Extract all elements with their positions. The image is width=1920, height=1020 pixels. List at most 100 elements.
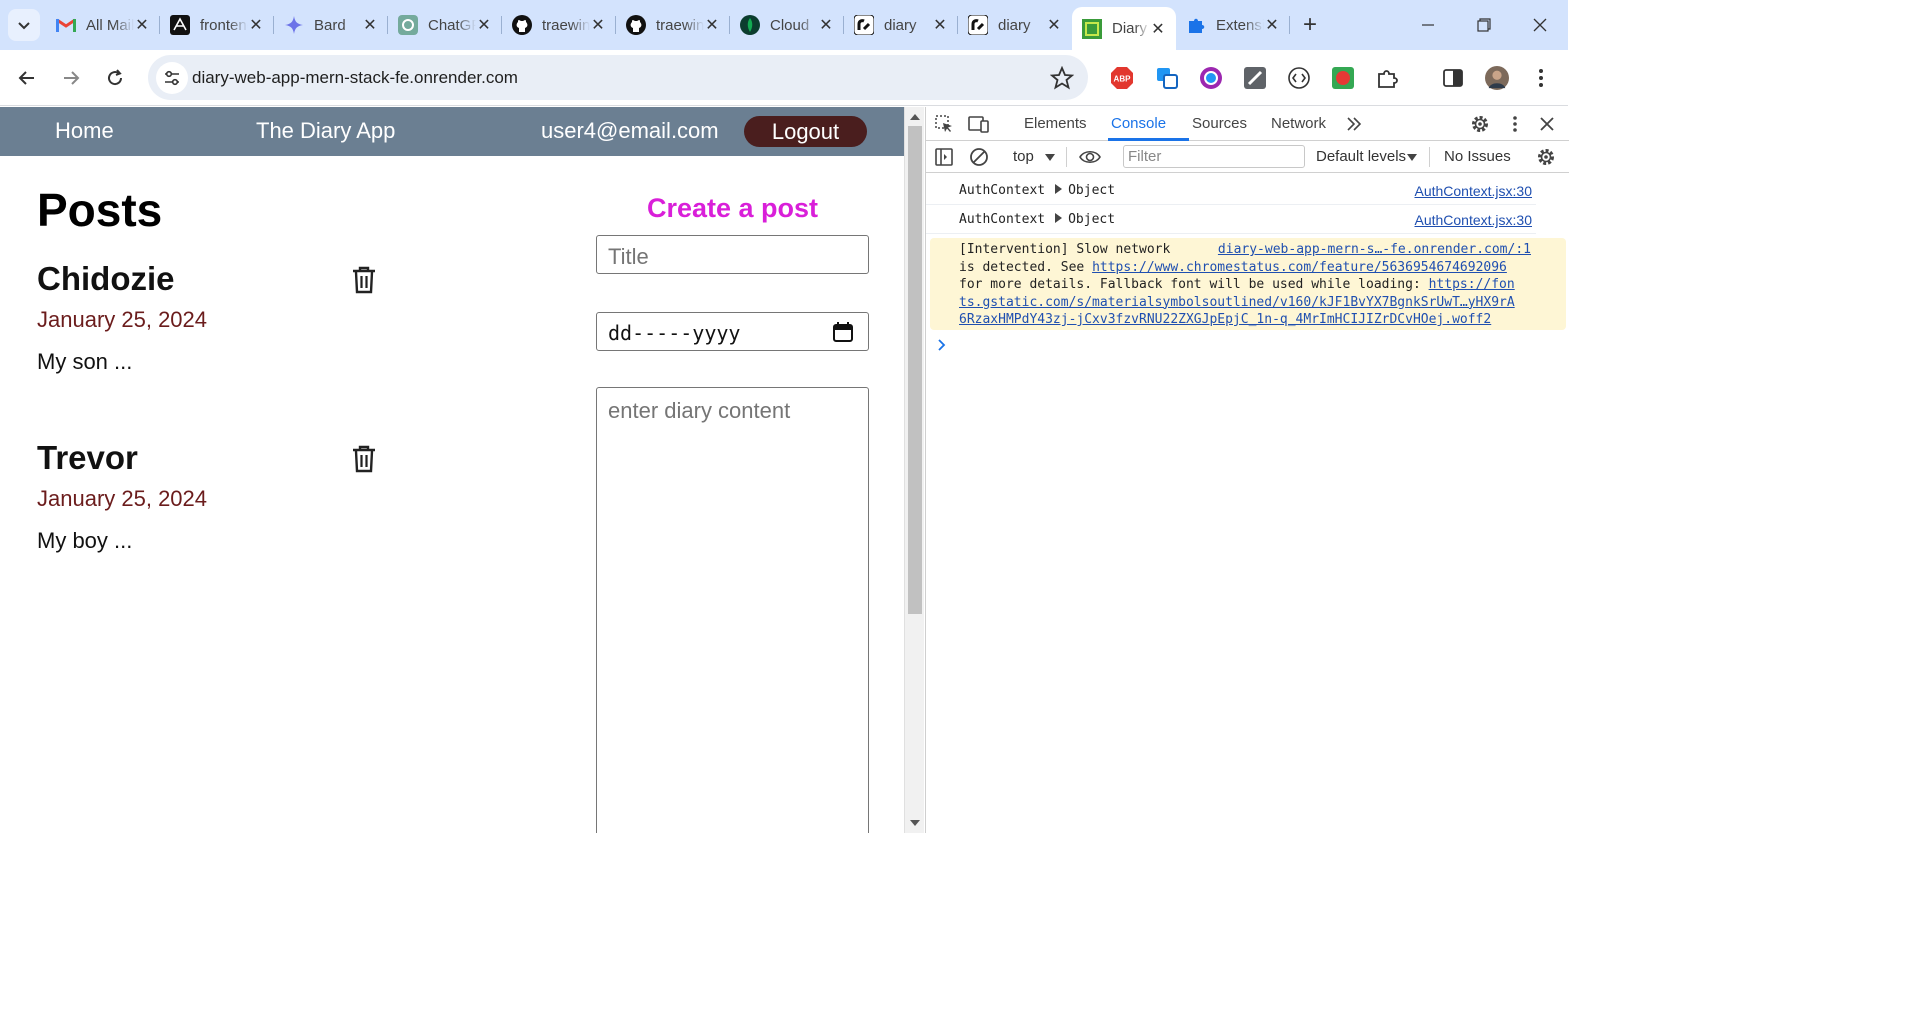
page-scrollbar[interactable]: [904, 107, 924, 833]
extensions-puzzle-button[interactable]: [1375, 66, 1399, 90]
devtools-tab-elements[interactable]: Elements: [1024, 115, 1087, 132]
delete-post-icon[interactable]: [351, 445, 377, 473]
close-tab-icon[interactable]: ✕: [1264, 15, 1280, 35]
close-tab-icon[interactable]: ✕: [932, 15, 948, 35]
console-prompt[interactable]: [938, 338, 946, 356]
site-info-button[interactable]: [156, 62, 188, 94]
close-tab-icon[interactable]: ✕: [590, 15, 606, 35]
devtools-close-button[interactable]: [1536, 113, 1558, 135]
devtools-settings-button[interactable]: [1469, 113, 1491, 135]
profile-avatar[interactable]: [1485, 66, 1509, 90]
translate-extension-icon[interactable]: [1155, 66, 1179, 90]
side-panel-button[interactable]: [1441, 66, 1465, 90]
browser-tab-extensions[interactable]: Extensions ✕: [1176, 7, 1290, 43]
bookmark-star-icon[interactable]: [1050, 66, 1074, 90]
devtools-tab-sources[interactable]: Sources: [1192, 115, 1247, 132]
logout-button[interactable]: Logout: [744, 116, 867, 147]
browser-tab-gmail[interactable]: All Mail ✕: [46, 7, 160, 43]
close-tab-icon[interactable]: ✕: [704, 15, 720, 35]
page-scroll-thumb[interactable]: [908, 126, 922, 614]
create-post-heading: Create a post: [646, 193, 819, 223]
browser-tab-frontend[interactable]: frontend ✕: [160, 7, 274, 43]
close-tab-icon[interactable]: ✕: [362, 15, 378, 35]
tab-search-button[interactable]: [8, 9, 40, 41]
kebab-menu-icon: [1513, 116, 1517, 132]
close-tab-icon[interactable]: ✕: [248, 15, 264, 35]
calendar-icon[interactable]: [832, 321, 854, 343]
back-button[interactable]: [11, 62, 43, 94]
devtools-tab-network[interactable]: Network: [1271, 115, 1326, 132]
inspect-element-button[interactable]: [933, 113, 955, 135]
post-card: Trevor January 25, 2024 My boy ...: [37, 439, 377, 554]
close-window-button[interactable]: [1512, 0, 1568, 50]
adblock-extension-icon[interactable]: ABP: [1110, 66, 1134, 90]
delete-post-icon[interactable]: [351, 266, 377, 294]
log-value[interactable]: Object: [1068, 212, 1115, 227]
dropdown-arrow-icon[interactable]: [1045, 154, 1055, 161]
post-title-input[interactable]: Title: [596, 235, 869, 274]
browser-menu-button[interactable]: [1529, 66, 1553, 90]
browser-tab-cloud[interactable]: Cloud ✕: [730, 7, 844, 43]
expand-triangle-icon[interactable]: [1055, 184, 1063, 194]
color-picker-extension-icon[interactable]: [1199, 66, 1223, 90]
browser-tab-chatgpt[interactable]: ChatGPT ✕: [388, 7, 502, 43]
devtools-menu-button[interactable]: [1504, 113, 1526, 135]
gear-icon: [1472, 116, 1488, 132]
console-log-row[interactable]: AuthContext Object AuthContext.jsx:30: [926, 205, 1536, 234]
dropdown-arrow-icon[interactable]: [1407, 154, 1417, 161]
reload-button[interactable]: [99, 62, 131, 94]
browser-tab-render-1[interactable]: diary ✕: [844, 7, 958, 43]
live-expression-button[interactable]: [1079, 146, 1101, 168]
font-url-link[interactable]: ts.gstatic.com/s/materialsymbolsoutlined…: [959, 295, 1515, 310]
diary-content-textarea[interactable]: enter diary content: [596, 387, 869, 833]
console-settings-button[interactable]: [1535, 146, 1557, 168]
log-source-link[interactable]: AuthContext.jsx:30: [1414, 212, 1532, 228]
close-tab-icon[interactable]: ✕: [1046, 15, 1062, 35]
browser-tab-render-2[interactable]: diary ✕: [958, 7, 1072, 43]
code-extension-icon[interactable]: [1287, 66, 1311, 90]
close-icon: [1540, 117, 1554, 131]
console-filter-input[interactable]: Filter: [1123, 145, 1305, 168]
browser-tab-github-1[interactable]: traewin ✕: [502, 7, 616, 43]
issues-counter[interactable]: No Issues: [1444, 148, 1511, 165]
scroll-down-arrow-icon[interactable]: [910, 819, 920, 827]
device-toolbar-button[interactable]: [968, 113, 990, 135]
restore-button[interactable]: [1456, 0, 1512, 50]
warning-text: for more details. Fallback font will be …: [959, 277, 1421, 292]
log-value[interactable]: Object: [1068, 183, 1115, 198]
font-url-link[interactable]: https://fon: [1429, 277, 1515, 292]
console-log-row[interactable]: AuthContext Object AuthContext.jsx:30: [926, 176, 1536, 205]
nav-app-title[interactable]: The Diary App: [256, 118, 395, 144]
minimize-button[interactable]: [1400, 0, 1456, 50]
post-date-input[interactable]: dd-----yyyy: [596, 312, 869, 351]
tab-title: Diary: [1112, 20, 1148, 37]
close-tab-icon[interactable]: ✕: [476, 15, 492, 35]
clear-console-button[interactable]: [968, 146, 990, 168]
address-bar[interactable]: diary-web-app-mern-stack-fe.onrender.com: [148, 55, 1088, 100]
edit-extension-icon[interactable]: [1243, 66, 1267, 90]
post-title[interactable]: Chidozie: [37, 260, 377, 298]
more-tabs-button[interactable]: [1343, 113, 1365, 135]
gmail-icon: [56, 15, 76, 35]
log-source-link[interactable]: AuthContext.jsx:30: [1414, 183, 1532, 199]
scroll-up-arrow-icon[interactable]: [910, 113, 920, 121]
new-tab-button[interactable]: +: [1290, 7, 1330, 43]
browser-tab-diary-active[interactable]: Diary ✕: [1072, 7, 1176, 50]
close-tab-icon[interactable]: ✕: [1150, 19, 1166, 39]
close-tab-icon[interactable]: ✕: [818, 15, 834, 35]
chromestatus-link[interactable]: https://www.chromestatus.com/feature/563…: [1092, 260, 1507, 275]
context-selector[interactable]: top: [1013, 148, 1034, 165]
nav-home-link[interactable]: Home: [55, 118, 114, 144]
close-tab-icon[interactable]: ✕: [134, 15, 150, 35]
forward-button[interactable]: [55, 62, 87, 94]
warning-source-link[interactable]: diary-web-app-mern-s…-fe.onrender.com/:1: [1218, 241, 1531, 259]
expand-triangle-icon[interactable]: [1055, 213, 1063, 223]
log-levels-dropdown[interactable]: Default levels: [1316, 148, 1406, 165]
devtools-tab-console[interactable]: Console: [1111, 115, 1166, 132]
font-url-link[interactable]: 6RzaxHMPdY43zj-jCxv3fzvRNU22ZXGJpEpjC_1n…: [959, 312, 1491, 327]
console-sidebar-button[interactable]: [933, 146, 955, 168]
tracker-extension-icon[interactable]: [1331, 66, 1355, 90]
browser-tab-github-2[interactable]: traewin ✕: [616, 7, 730, 43]
post-title[interactable]: Trevor: [37, 439, 377, 477]
browser-tab-bard[interactable]: Bard ✕: [274, 7, 388, 43]
